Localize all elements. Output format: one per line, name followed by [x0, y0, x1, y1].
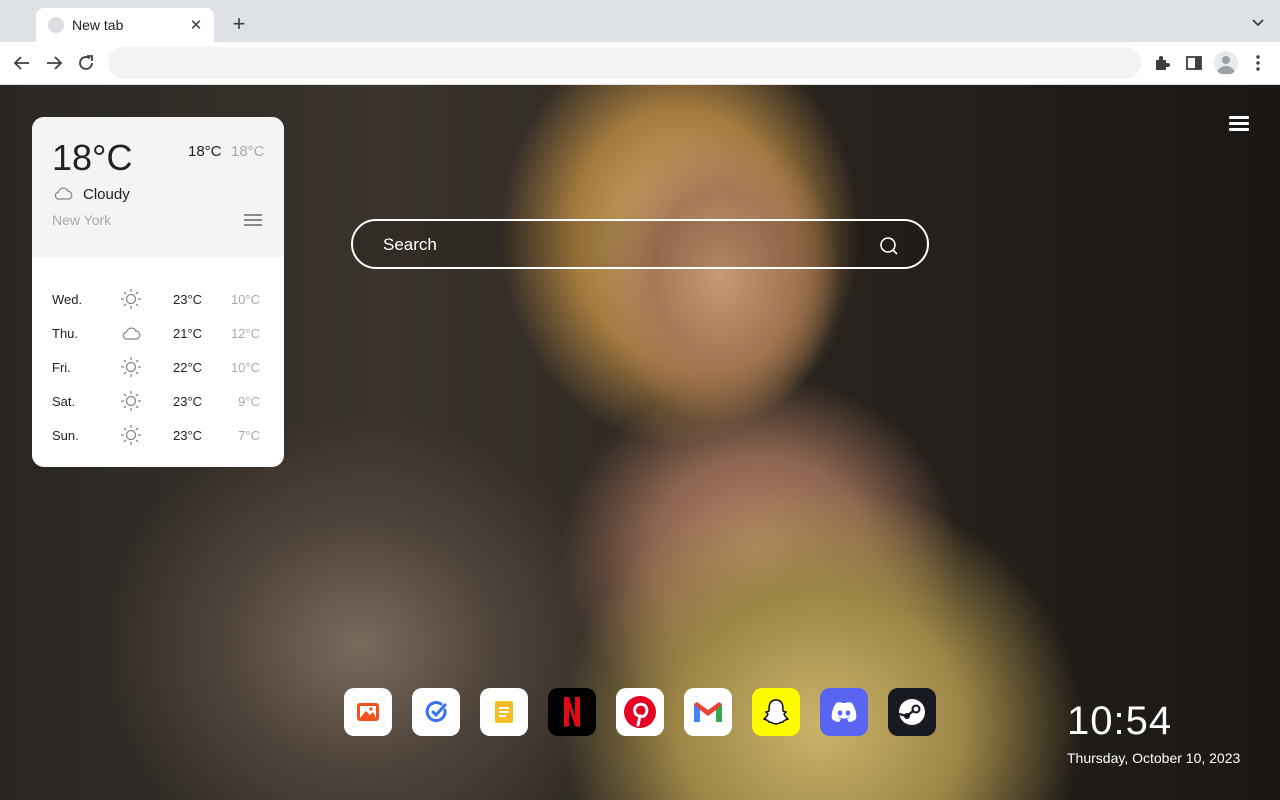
forecast-row: Fri. 22°C 10°C [32, 350, 284, 384]
steam-app-button[interactable] [888, 688, 936, 736]
new-tab-button[interactable]: + [228, 13, 250, 35]
tab-close-button[interactable]: ✕ [188, 16, 204, 34]
steam-icon [898, 699, 925, 725]
more-vert-icon[interactable] [1248, 52, 1268, 74]
forecast-day: Sun. [52, 428, 79, 443]
address-bar[interactable] [108, 47, 1141, 79]
netflix-app-button[interactable] [548, 688, 596, 736]
extensions-puzzle-icon[interactable] [1151, 52, 1173, 74]
forecast-day: Sat. [52, 394, 76, 409]
notes-app-button[interactable] [480, 688, 528, 736]
back-arrow-icon[interactable] [11, 52, 33, 74]
today-high: 18°C [188, 143, 222, 160]
forecast-low: 12°C [230, 326, 260, 341]
tasks-app-button[interactable] [412, 688, 460, 736]
discord-icon [831, 702, 857, 722]
snapchat-ghost-icon [762, 699, 790, 725]
notes-icon [495, 701, 513, 723]
forecast-low: 9°C [238, 394, 260, 409]
forecast-low: 10°C [230, 360, 260, 375]
new-tab-page: 18°C 18°C 18°C Cloudy New York Wed. 23°C… [0, 85, 1280, 800]
netflix-icon [564, 697, 580, 727]
sun-icon [121, 357, 141, 377]
tab-title: New tab [72, 17, 124, 33]
app-dock [344, 688, 956, 736]
tab-new-tab[interactable]: New tab ✕ [36, 8, 214, 42]
hamburger-menu-button[interactable] [1229, 116, 1249, 132]
weather-condition: Cloudy [83, 186, 130, 203]
side-panel-icon[interactable] [1183, 52, 1205, 74]
forecast-row: Sun. 23°C 7°C [32, 418, 284, 452]
gmail-icon [694, 702, 722, 722]
weather-current: 18°C 18°C 18°C Cloudy New York [32, 117, 284, 257]
weather-city: New York [52, 212, 112, 228]
tab-strip: New tab ✕ + [0, 0, 1280, 42]
search-box[interactable] [351, 219, 929, 269]
forecast-row: Thu. 21°C 12°C [32, 316, 284, 350]
forecast-row: Wed. 23°C 10°C [32, 282, 284, 316]
forecast-high: 23°C [173, 428, 203, 443]
clock-date: Thursday, October 10, 2023 [1067, 750, 1241, 766]
forecast-high: 22°C [173, 360, 203, 375]
profile-avatar[interactable] [1214, 51, 1238, 75]
tasks-check-icon [425, 701, 447, 723]
forecast-low: 7°C [238, 428, 260, 443]
forward-arrow-icon[interactable] [43, 52, 65, 74]
reload-icon[interactable] [75, 52, 97, 74]
pinterest-app-button[interactable] [616, 688, 664, 736]
discord-app-button[interactable] [820, 688, 868, 736]
photos-app-button[interactable] [344, 688, 392, 736]
gmail-app-button[interactable] [684, 688, 732, 736]
weather-forecast: Wed. 23°C 10°C Thu. 21°C 12°C Fri. 22°C … [32, 257, 284, 452]
browser-toolbar [0, 42, 1280, 85]
snapchat-app-button[interactable] [752, 688, 800, 736]
sun-icon [121, 391, 141, 411]
current-temperature: 18°C [52, 137, 133, 178]
photos-icon [357, 703, 379, 721]
forecast-day: Wed. [52, 292, 83, 307]
sun-icon [121, 425, 141, 445]
forecast-day: Fri. [52, 360, 71, 375]
forecast-high: 23°C [173, 292, 203, 307]
person-icon [1217, 56, 1235, 74]
cloud-icon [54, 187, 73, 200]
forecast-high: 21°C [173, 326, 203, 341]
forecast-day: Thu. [52, 326, 79, 341]
search-input[interactable] [383, 233, 863, 257]
clock-time: 10:54 [1067, 699, 1173, 743]
weather-menu-button[interactable] [244, 214, 262, 228]
pinterest-icon [624, 696, 656, 728]
sun-icon [121, 289, 141, 309]
search-icon[interactable] [879, 236, 899, 256]
favicon-icon [48, 17, 64, 33]
tab-search-chevron-icon[interactable] [1250, 14, 1266, 30]
weather-widget: 18°C 18°C 18°C Cloudy New York Wed. 23°C… [32, 117, 284, 467]
today-low: 18°C [231, 143, 265, 160]
forecast-row: Sat. 23°C 9°C [32, 384, 284, 418]
cloud-icon [122, 327, 141, 340]
forecast-high: 23°C [173, 394, 203, 409]
forecast-low: 10°C [230, 292, 260, 307]
